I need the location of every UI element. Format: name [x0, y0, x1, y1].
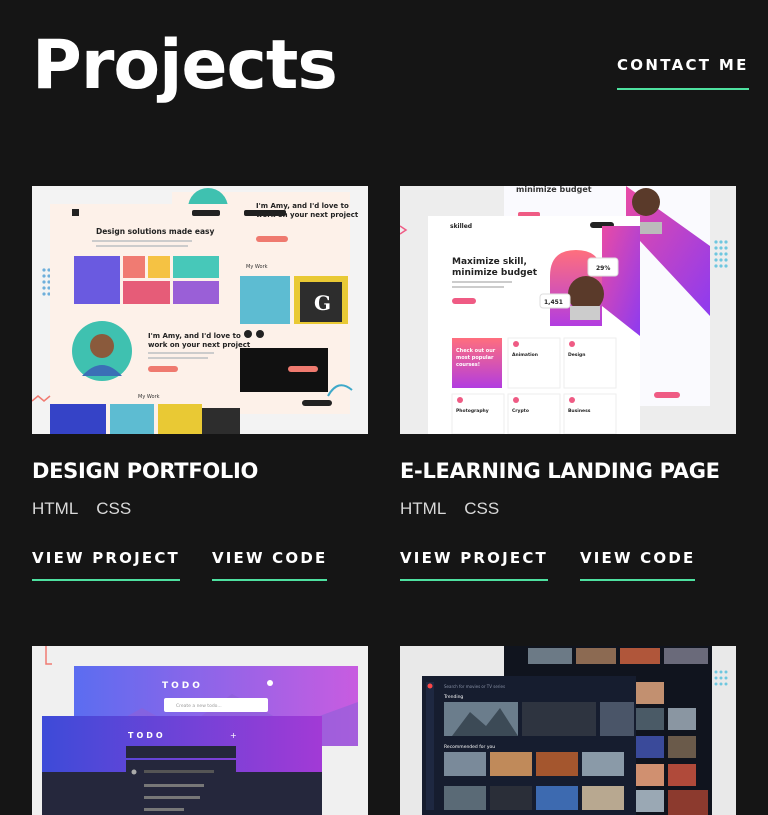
- project-title: E-LEARNING LANDING PAGE: [400, 459, 720, 483]
- contact-me-link[interactable]: CONTACT ME: [617, 56, 749, 90]
- svg-text:minimize budget: minimize budget: [452, 268, 538, 278]
- tag-css: CSS: [96, 499, 132, 518]
- project-thumbnail-design-portfolio[interactable]: I'm Amy, and I'd love to work on your ne…: [32, 186, 368, 434]
- svg-text:G: G: [314, 291, 331, 315]
- svg-text:minimize budget: minimize budget: [516, 186, 592, 194]
- svg-text:TODO: TODO: [128, 731, 166, 740]
- project-thumbnail-entertainment[interactable]: Search for movies or TV series Trending …: [400, 646, 736, 815]
- project-tags: HTML CSS: [400, 499, 736, 519]
- svg-text:I'm Amy, and I'd love to: I'm Amy, and I'd love to: [148, 332, 241, 340]
- view-code-link[interactable]: VIEW CODE: [579, 549, 696, 581]
- svg-text:Check out our: Check out our: [456, 348, 496, 354]
- view-project-link[interactable]: VIEW PROJECT: [32, 549, 180, 581]
- view-project-link[interactable]: VIEW PROJECT: [400, 549, 548, 581]
- portfolio-preview-image: I'm Amy, and I'd love to work on your ne…: [32, 186, 368, 434]
- svg-text:Search for movies or TV series: Search for movies or TV series: [444, 684, 505, 689]
- thumb-section-label: My Work: [246, 264, 268, 270]
- svg-text:Business: Business: [568, 408, 591, 414]
- svg-text:Animation: Animation: [512, 352, 538, 358]
- svg-text:Design solutions made easy: Design solutions made easy: [96, 227, 214, 236]
- svg-text:work on your next project: work on your next project: [148, 341, 251, 349]
- svg-text:+: +: [230, 731, 237, 740]
- svg-text:Create a new todo...: Create a new todo...: [176, 703, 222, 709]
- svg-text:Crypto: Crypto: [512, 408, 529, 414]
- tag-html: HTML: [400, 499, 447, 518]
- project-tags: HTML CSS: [32, 499, 368, 519]
- tag-css: CSS: [464, 499, 500, 518]
- project-thumbnail-todo[interactable]: TODO Create a new todo... TODO +: [32, 646, 368, 815]
- project-card: Search for movies or TV series Trending …: [400, 646, 736, 815]
- svg-text:Design: Design: [568, 352, 585, 358]
- svg-text:Photography: Photography: [456, 408, 489, 414]
- project-card: I'm Amy, and I'd love to work on your ne…: [32, 186, 368, 581]
- brand-label: skilled: [450, 223, 472, 230]
- svg-text:work on your next project: work on your next project: [256, 211, 359, 219]
- project-card: minimize budget skilled Maximize skill, …: [400, 186, 736, 581]
- svg-text:most popular: most popular: [456, 355, 494, 361]
- project-card: TODO Create a new todo... TODO +: [32, 646, 368, 815]
- svg-text:courses!: courses!: [456, 362, 480, 368]
- svg-text:1,451: 1,451: [544, 299, 563, 306]
- todo-preview-image: TODO Create a new todo... TODO +: [32, 646, 368, 815]
- project-thumbnail-e-learning[interactable]: minimize budget skilled Maximize skill, …: [400, 186, 736, 434]
- view-code-link[interactable]: VIEW CODE: [211, 549, 328, 581]
- svg-text:29%: 29%: [596, 265, 610, 272]
- svg-text:TODO: TODO: [162, 681, 203, 691]
- svg-text:Maximize skill,: Maximize skill,: [452, 257, 527, 267]
- tag-html: HTML: [32, 499, 79, 518]
- svg-text:I'm Amy, and I'd love to: I'm Amy, and I'd love to: [256, 202, 349, 210]
- entertainment-preview-image: Search for movies or TV series Trending …: [400, 646, 736, 815]
- page-title: Projects: [32, 26, 338, 105]
- svg-text:My Work: My Work: [138, 394, 160, 400]
- e-learning-preview-image: minimize budget skilled Maximize skill, …: [400, 186, 736, 434]
- project-title: DESIGN PORTFOLIO: [32, 459, 259, 483]
- svg-text:Trending: Trending: [443, 694, 463, 700]
- svg-text:Recommended for you: Recommended for you: [444, 744, 495, 750]
